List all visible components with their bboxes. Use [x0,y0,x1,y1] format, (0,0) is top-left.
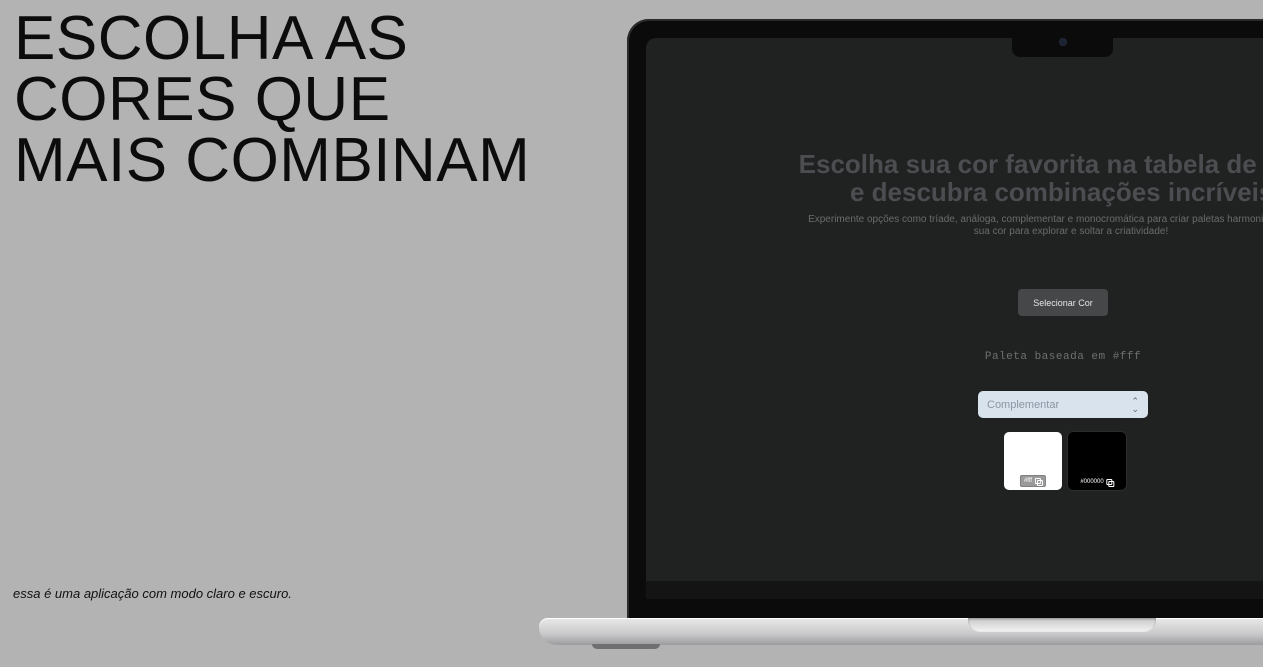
copy-icon [1035,477,1044,486]
camera-icon [1060,39,1066,45]
copy-icon [1106,478,1115,487]
palette-label: Paleta baseada em #fff [984,351,1142,363]
harmony-select[interactable]: Complementar ⌃ ⌄ [978,391,1148,418]
screen-bezel-bottom [646,581,1263,599]
swatch-hex: #fff [1023,478,1033,484]
page: ESCOLHA AS CORES QUE MAIS COMBINAM essa … [0,0,1263,667]
color-swatch[interactable]: #fff [1004,432,1062,490]
laptop-notch [1012,31,1113,57]
copy-hex-button[interactable]: #fff [1019,475,1047,487]
hero-headline: ESCOLHA AS CORES QUE MAIS COMBINAM [14,4,531,195]
swatch-hex: #000000 [1080,479,1104,485]
app-description: Experimente opções como tríade, análoga,… [808,214,1263,237]
harmony-select-value: Complementar [987,398,1060,411]
app-title: Escolha sua cor favorita na tabela de co… [798,149,1263,207]
hero-caption: essa é uma aplicação com modo claro e es… [13,586,292,601]
chevron-updown-icon: ⌃ ⌄ [1131,395,1139,414]
palette-swatches: #fff #000000 [1004,432,1126,490]
select-color-button[interactable]: Selecionar Cor [1018,289,1108,316]
color-swatch[interactable]: #000000 [1068,432,1126,490]
laptop-foot [592,644,660,649]
copy-hex-button[interactable]: #000000 [1077,477,1116,487]
laptop-screen: Escolha sua cor favorita na tabela de co… [646,38,1263,581]
laptop-base-notch [968,618,1156,632]
